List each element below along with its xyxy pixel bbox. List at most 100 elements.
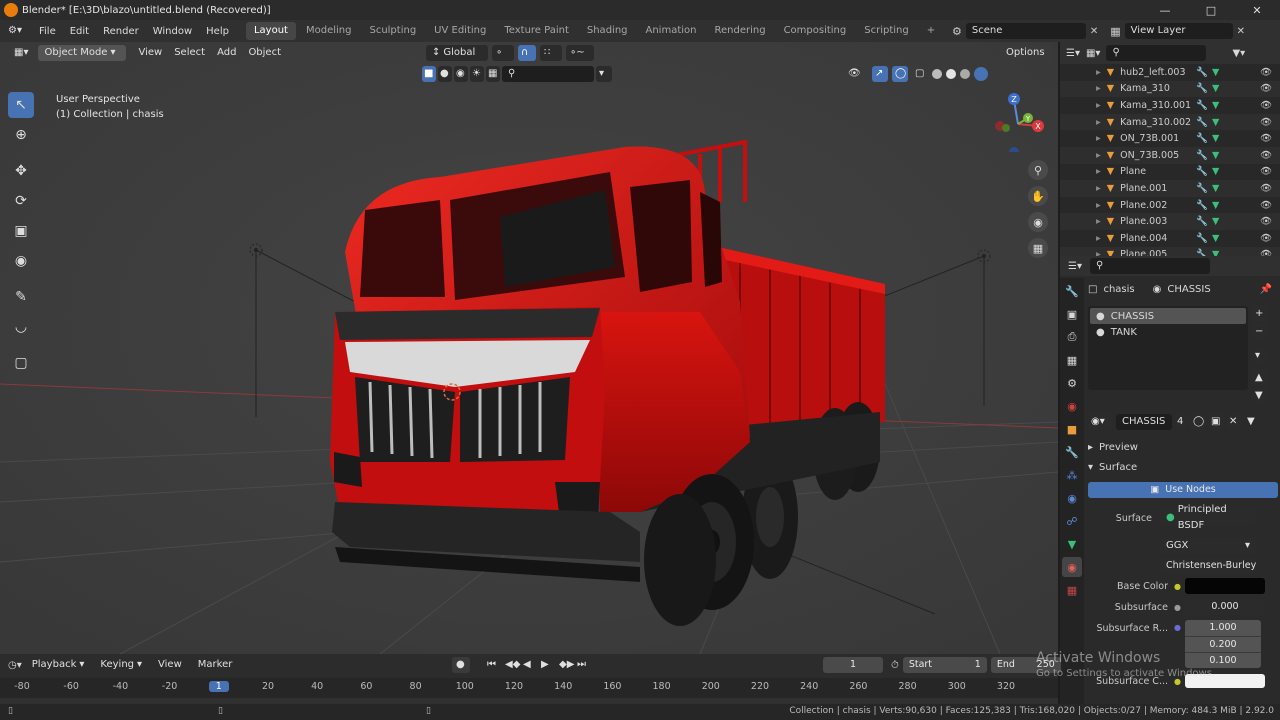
tab-shading[interactable]: Shading (579, 22, 636, 40)
copy-material-icon[interactable]: ▣ (1208, 414, 1224, 430)
camera-icon[interactable]: ◉ (454, 66, 468, 82)
proportional-edit-icon[interactable]: ∘∼ (566, 45, 594, 61)
timeline-editor-icon[interactable]: ◷▾ (8, 660, 22, 671)
output-tab-icon[interactable]: ⎙ (1062, 327, 1082, 347)
remove-slot-icon[interactable]: − (1252, 324, 1268, 340)
outliner-filter-icon[interactable]: ▼▾ (1232, 48, 1245, 59)
visibility-eye-icon[interactable]: 👁 (1260, 150, 1272, 161)
zoom-icon[interactable]: ⚲ (1028, 160, 1048, 180)
move-tool-icon[interactable]: ✥ (8, 158, 34, 184)
outliner-item[interactable]: ▸ ▼ ON_73B.005 🔧 ▼ 👁 (1060, 146, 1280, 164)
expand-arrow-icon[interactable]: ▸ (1096, 150, 1101, 161)
menu-select[interactable]: Select (168, 45, 211, 61)
light-icon[interactable]: ☀ (470, 66, 484, 82)
snap-icon[interactable]: ∩ (518, 45, 536, 61)
menu-view[interactable]: View (132, 45, 168, 61)
tab-layout[interactable]: Layout (245, 22, 296, 40)
prev-keyframe-icon[interactable]: ◀◆ (502, 657, 520, 673)
rendered-shading-icon[interactable] (974, 67, 988, 81)
close-icon[interactable]: ✕ (1234, 0, 1280, 20)
tab-uv-editing[interactable]: UV Editing (426, 22, 494, 40)
empty-icon[interactable]: ▦ (486, 66, 500, 82)
tab-rendering[interactable]: Rendering (706, 22, 773, 40)
slot-item-tank[interactable]: ● TANK (1090, 324, 1246, 340)
subsurface-color-swatch[interactable] (1184, 674, 1265, 688)
modifier-tab-icon[interactable]: 🔧 (1062, 442, 1082, 462)
subsurface-field[interactable]: 0.000 (1184, 599, 1265, 615)
menu-marker[interactable]: Marker (192, 657, 239, 673)
radius-x-field[interactable]: 1.000 (1184, 620, 1261, 636)
slot-specials-icon[interactable]: ▾ (1252, 348, 1268, 364)
cursor-tool-icon[interactable]: ⊕ (8, 122, 34, 148)
end-frame-field[interactable]: End 250 (990, 657, 1061, 673)
object-tab-icon[interactable]: ■ (1062, 419, 1082, 439)
expand-arrow-icon[interactable]: ▸ (1096, 117, 1101, 128)
view-layer-tab-icon[interactable]: ▦ (1062, 350, 1082, 370)
tab-animation[interactable]: Animation (638, 22, 705, 40)
current-frame-field[interactable]: 1 (823, 657, 883, 673)
menu-keying[interactable]: Keying ▾ (94, 657, 148, 673)
rotate-tool-icon[interactable]: ⟳ (8, 188, 34, 214)
outliner-item[interactable]: ▸ ▼ Plane.002 🔧 ▼ 👁 (1060, 197, 1280, 214)
material-name-field[interactable]: CHASSIS (1116, 414, 1172, 430)
radius-y-field[interactable]: 0.200 (1184, 636, 1261, 652)
snap-target-icon[interactable]: ∷ (540, 45, 562, 61)
visibility-eye-icon[interactable]: 👁 (1260, 216, 1272, 227)
fake-user-icon[interactable]: ◯ (1190, 414, 1206, 430)
menu-edit[interactable]: Edit (63, 26, 96, 37)
radius-z-field[interactable]: 0.100 (1184, 652, 1261, 668)
xray-icon[interactable]: ▢ (912, 66, 928, 82)
visibility-eye-icon[interactable]: 👁 (1260, 233, 1272, 244)
expand-arrow-icon[interactable]: ▸ (1096, 183, 1101, 194)
editor-type-icon[interactable]: ▦▾ (8, 45, 34, 61)
outliner-item[interactable]: ▸ ▼ Kama_310.001 🔧 ▼ 👁 (1060, 97, 1280, 114)
distribution-dropdown[interactable]: GGX ▾ (1160, 538, 1256, 554)
physics-tab-icon[interactable]: ◉ (1062, 488, 1082, 508)
use-nodes-button[interactable]: ▣ Use Nodes (1088, 482, 1278, 498)
close-view-layer-icon[interactable]: ✕ (1237, 26, 1245, 37)
transform-tool-icon[interactable]: ◉ (8, 248, 34, 274)
expand-arrow-icon[interactable]: ▸ (1096, 233, 1101, 244)
menu-help[interactable]: Help (199, 26, 236, 37)
tab-modeling[interactable]: Modeling (298, 22, 360, 40)
menu-window[interactable]: Window (146, 26, 199, 37)
shading-icon[interactable]: ● (438, 66, 452, 82)
tab-compositing[interactable]: Compositing (776, 22, 855, 40)
play-icon[interactable]: ▶ (538, 657, 554, 673)
move-up-icon[interactable]: ▲ (1252, 370, 1268, 386)
jump-end-icon[interactable]: ⏭ (574, 657, 590, 673)
annotate-tool-icon[interactable]: ✎ (8, 284, 34, 310)
expand-arrow-icon[interactable]: ▸ (1096, 216, 1101, 227)
visibility-eye-icon[interactable]: 👁 (1260, 67, 1272, 78)
outliner-item[interactable]: ▸ ▼ hub2_left.003 🔧 ▼ 👁 (1060, 64, 1280, 81)
overlay-icon[interactable]: ◯ (892, 66, 908, 82)
view-layer-selector[interactable]: View Layer (1124, 23, 1233, 39)
expand-arrow-icon[interactable]: ▸ (1096, 67, 1101, 78)
constraints-tab-icon[interactable]: ☍ (1062, 511, 1082, 531)
surface-panel-header[interactable]: ▾ Surface (1088, 458, 1278, 476)
pin-icon[interactable]: 📌 (1260, 284, 1272, 295)
outliner-item[interactable]: ▸ ▼ Plane.001 🔧 ▼ 👁 (1060, 180, 1280, 197)
outliner-item[interactable]: ▸ ▼ Plane 🔧 ▼ 👁 (1060, 164, 1280, 181)
outliner-search-input[interactable]: ⚲ (1106, 45, 1207, 61)
material-users-count[interactable]: 4 (1174, 414, 1188, 430)
unlink-material-icon[interactable]: ✕ (1226, 414, 1242, 430)
next-keyframe-icon[interactable]: ◆▶ (556, 657, 574, 673)
visibility-eye-icon[interactable]: 👁 (1260, 100, 1272, 111)
visibility-eye-icon[interactable]: 👁 (1260, 117, 1272, 128)
material-shading-icon[interactable] (960, 69, 970, 79)
object-type-icon[interactable]: ■ (422, 66, 436, 82)
tab-texture-paint[interactable]: Texture Paint (496, 22, 577, 40)
properties-editor-icon[interactable]: ☰▾ (1068, 261, 1082, 272)
tool-tab-icon[interactable]: 🔧 (1062, 281, 1082, 301)
tab-scripting[interactable]: Scripting (856, 22, 916, 40)
options-dropdown[interactable]: Options (1000, 45, 1052, 61)
outliner-item[interactable]: ▸ ▼ Plane.003 🔧 ▼ 👁 (1060, 213, 1280, 230)
camera-view-icon[interactable]: ◉ (1028, 212, 1048, 232)
3d-viewport[interactable]: ▦▾ Object Mode▾ View Select Add Object ▣… (0, 42, 1058, 654)
outliner-item[interactable]: ▸ ▼ Kama_310.002 🔧 ▼ 👁 (1060, 113, 1280, 131)
clock-icon[interactable]: ⏱ (891, 660, 899, 671)
jump-start-icon[interactable]: ⏮ (484, 657, 500, 673)
navigation-gizmo[interactable]: Z X Y (988, 92, 1048, 157)
base-color-swatch[interactable] (1184, 578, 1265, 594)
